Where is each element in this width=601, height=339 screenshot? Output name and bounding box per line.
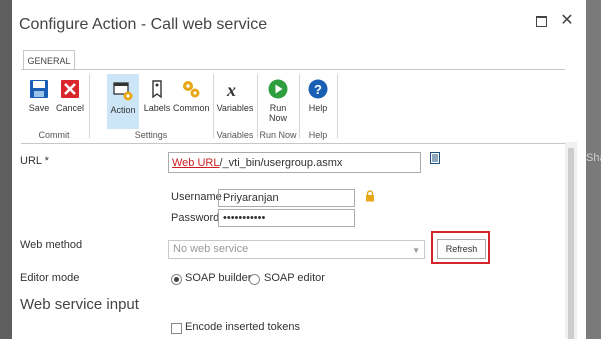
ribbon: Save Cancel Commit Action Labels Common — [21, 69, 565, 144]
url-field[interactable]: Web URL/_vti_bin/usergroup.asmx — [168, 152, 421, 173]
username-input[interactable]: Priyaranjan — [218, 189, 355, 207]
ribbon-group-help: ? Help Help — [300, 70, 336, 143]
close-icon[interactable]: ✕ — [559, 12, 575, 30]
common-label: Common — [173, 103, 210, 113]
username-label: Username — [171, 191, 222, 203]
variables-label: Variables — [216, 103, 254, 113]
soap-editor-radio[interactable] — [249, 274, 260, 285]
encode-tokens-checkbox[interactable] — [171, 323, 182, 334]
soap-builder-label: SOAP builder — [185, 272, 252, 284]
web-method-label: Web method — [20, 239, 83, 251]
maximize-icon[interactable] — [533, 12, 549, 30]
password-label: Password — [171, 212, 220, 224]
variables-icon: x — [226, 80, 236, 100]
svg-text:x: x — [226, 80, 236, 100]
highlight-box — [431, 231, 490, 264]
lock-icon — [366, 190, 374, 202]
help-icon: ? — [308, 79, 328, 99]
group-label-help: Help — [308, 130, 328, 140]
group-label-commit: Commit — [38, 130, 70, 140]
save-button[interactable]: Save — [25, 72, 53, 126]
password-input[interactable]: ••••••••••• — [218, 209, 355, 227]
help-label: Help — [308, 103, 328, 113]
editor-mode-label: Editor mode — [20, 272, 80, 284]
action-label: Action — [110, 105, 136, 115]
cancel-button[interactable]: Cancel — [55, 72, 85, 126]
web-method-placeholder: No web service — [173, 243, 249, 255]
cancel-icon — [61, 80, 79, 98]
group-divider — [89, 74, 90, 138]
cancel-label: Cancel — [55, 103, 84, 113]
soap-editor-label: SOAP editor — [264, 272, 325, 284]
chevron-down-icon: ▼ — [412, 246, 420, 255]
run-now-button[interactable]: Run Now — [264, 72, 292, 126]
action-button[interactable]: Action — [107, 74, 139, 129]
help-button[interactable]: ? Help — [304, 72, 332, 126]
web-method-select[interactable]: No web service ▼ — [168, 240, 425, 259]
scrollbar-thumb[interactable] — [568, 148, 574, 339]
background-right — [585, 0, 601, 339]
section-title: Web service input — [20, 296, 139, 313]
web-url-token[interactable]: Web URL — [172, 157, 219, 169]
ribbon-group-commit: Save Cancel Commit — [21, 70, 87, 143]
variables-button[interactable]: x Variables — [216, 72, 254, 126]
tab-general[interactable]: GENERAL — [23, 50, 75, 71]
labels-icon — [152, 80, 162, 99]
ribbon-group-settings: Action Labels Common Settings — [91, 70, 211, 143]
group-label-run-now: Run Now — [259, 130, 297, 140]
group-label-settings: Settings — [134, 130, 168, 140]
common-button[interactable]: Common — [173, 72, 210, 126]
scrollbar[interactable] — [565, 142, 577, 339]
save-icon — [30, 80, 48, 98]
insert-reference-icon[interactable] — [430, 152, 440, 164]
url-suffix: /_vti_bin/usergroup.asmx — [219, 157, 343, 169]
url-label: URL * — [20, 155, 49, 167]
ribbon-group-variables: x Variables Variables — [214, 70, 256, 143]
labels-button[interactable]: Labels — [142, 72, 172, 126]
run-now-icon — [268, 79, 288, 99]
group-divider — [337, 74, 338, 138]
background-text: Shar — [586, 152, 601, 164]
run-now-label: Run Now — [268, 103, 287, 123]
ribbon-group-run-now: Run Now Run Now — [258, 70, 298, 143]
encode-tokens-label: Encode inserted tokens — [185, 321, 300, 333]
common-icon — [183, 81, 200, 98]
group-label-variables: Variables — [216, 130, 254, 140]
action-icon — [113, 82, 133, 101]
configure-action-dialog: Configure Action - Call web service ✕ GE… — [12, 0, 586, 339]
soap-builder-radio[interactable] — [171, 274, 182, 285]
background-left — [0, 0, 12, 339]
dialog-title: Configure Action - Call web service — [19, 16, 268, 33]
labels-label: Labels — [143, 103, 171, 113]
save-label: Save — [28, 103, 50, 113]
svg-text:?: ? — [314, 82, 322, 97]
